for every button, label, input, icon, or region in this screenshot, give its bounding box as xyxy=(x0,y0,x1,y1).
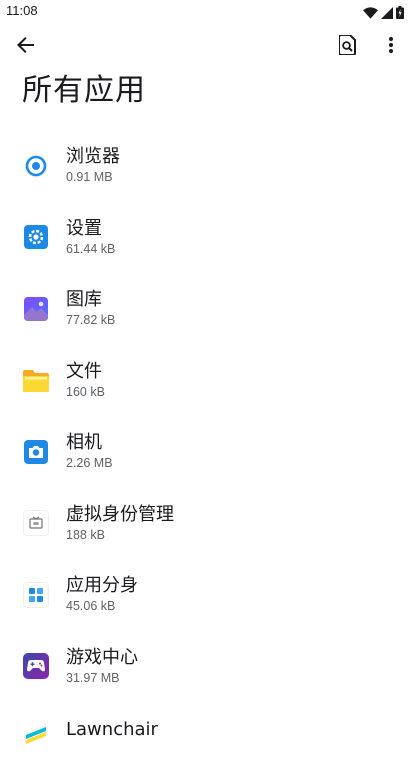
battery-icon xyxy=(396,4,404,23)
lawnchair-icon xyxy=(22,720,50,748)
back-button[interactable] xyxy=(4,24,48,70)
app-list-item-app-clone[interactable]: 应用分身 45.06 kB xyxy=(0,559,412,631)
more-vert-icon xyxy=(389,37,393,57)
app-name: 虚拟身份管理 xyxy=(66,503,174,525)
more-options-button[interactable] xyxy=(376,24,406,70)
app-name: Lawnchair xyxy=(66,719,158,740)
settings-icon xyxy=(22,223,50,251)
app-size: 160 kB xyxy=(66,384,105,399)
top-app-bar xyxy=(0,24,412,72)
wifi-icon xyxy=(363,4,378,23)
gallery-icon xyxy=(22,295,50,323)
app-list-item-camera[interactable]: 相机 2.26 MB xyxy=(0,416,412,488)
app-list-item-gallery[interactable]: 图库 77.82 kB xyxy=(0,273,412,345)
app-list-item-settings[interactable]: 设置 61.44 kB xyxy=(0,202,412,274)
app-name: 应用分身 xyxy=(66,575,138,597)
virtual-identity-icon xyxy=(22,509,50,537)
app-list-item-virtual-identity[interactable]: 虚拟身份管理 188 kB xyxy=(0,488,412,560)
game-center-icon xyxy=(22,652,50,680)
status-icons xyxy=(363,4,404,23)
arrow-back-icon xyxy=(17,36,35,58)
status-bar: 11:08 xyxy=(0,0,412,24)
app-size: 0.91 MB xyxy=(66,170,113,185)
app-name: 浏览器 xyxy=(66,146,120,168)
app-size: 31.97 MB xyxy=(66,670,120,685)
browser-icon xyxy=(22,152,50,180)
app-name: 图库 xyxy=(66,289,102,311)
app-list-item-game-center[interactable]: 游戏中心 31.97 MB xyxy=(0,631,412,703)
cell-signal-icon xyxy=(381,4,393,23)
app-clone-icon xyxy=(22,581,50,609)
app-list-item-files[interactable]: 文件 160 kB xyxy=(0,345,412,417)
app-list-item-lawnchair[interactable]: Lawnchair xyxy=(0,702,412,774)
status-time: 11:08 xyxy=(6,3,38,18)
app-size: 77.82 kB xyxy=(66,313,116,328)
document-search-icon xyxy=(338,34,357,59)
app-name: 相机 xyxy=(66,432,102,454)
app-list: 浏览器 0.91 MB 设置 61.44 kB 图库 77.82 kB 文件 1… xyxy=(0,130,412,774)
app-size: 61.44 kB xyxy=(66,241,116,256)
app-size: 2.26 MB xyxy=(66,456,113,471)
camera-icon xyxy=(22,438,50,466)
search-apps-button[interactable] xyxy=(328,24,368,70)
app-name: 文件 xyxy=(66,360,102,382)
app-name: 设置 xyxy=(66,217,102,239)
app-list-item-browser[interactable]: 浏览器 0.91 MB xyxy=(0,130,412,202)
files-icon xyxy=(22,366,50,394)
app-size: 45.06 kB xyxy=(66,599,116,614)
app-size: 188 kB xyxy=(66,527,105,542)
page-title: 所有应用 xyxy=(22,73,146,108)
app-name: 游戏中心 xyxy=(66,646,138,668)
